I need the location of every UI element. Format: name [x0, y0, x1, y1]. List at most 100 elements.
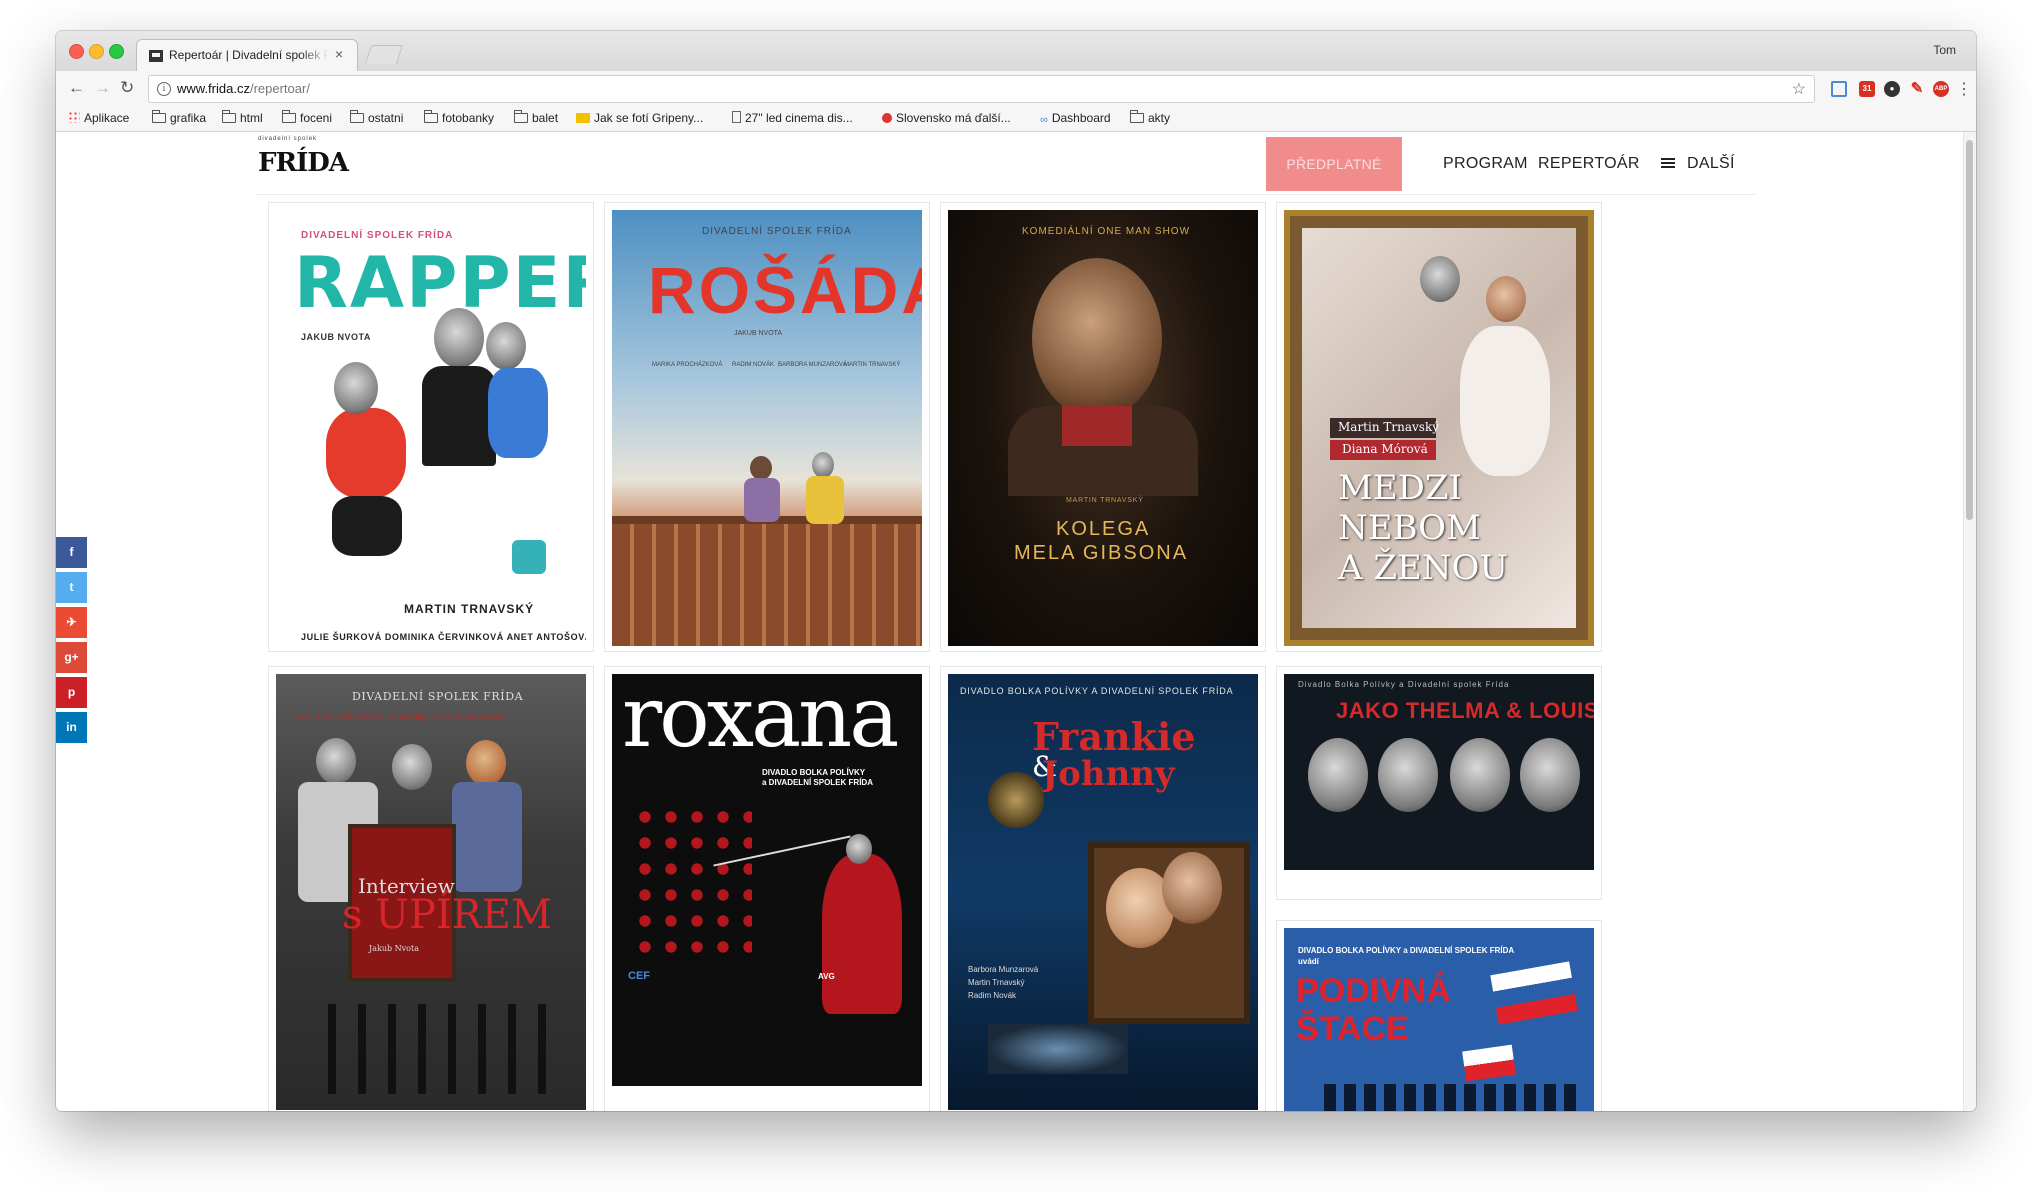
- new-tab-button[interactable]: [364, 45, 404, 64]
- actor-suit: [422, 366, 496, 466]
- bookmark-dashboard[interactable]: ∞ Dashboard: [1040, 111, 1111, 126]
- bookmark-aplikace[interactable]: Aplikace: [68, 111, 129, 125]
- close-window-button[interactable]: [69, 44, 84, 59]
- bookmark-slovensko[interactable]: Slovensko má ďalší...: [882, 111, 1011, 125]
- show-card-rosada[interactable]: DIVADELNÍ SPOLEK FRÍDA ROŠÁDA JAKUB NVOT…: [604, 202, 930, 652]
- red-dot-icon: [882, 113, 892, 123]
- scrollbar-thumb[interactable]: [1966, 140, 1973, 520]
- show-card-kolega[interactable]: KOMEDIÁLNÍ ONE MAN SHOW MARTIN TRNAVSKÝ …: [940, 202, 1266, 652]
- frida-logo[interactable]: divadelní spolek FRÍDA: [258, 134, 349, 184]
- poster-kicker: Divadlo Bolka Polívky a Divadelní spolek…: [1298, 680, 1510, 689]
- image-icon: [576, 113, 590, 123]
- poster-kicker: KOMEDIÁLNÍ ONE MAN SHOW: [1022, 226, 1191, 237]
- nav-dalsi[interactable]: DALŠÍ: [1661, 155, 1735, 173]
- actress-dress: [452, 782, 522, 892]
- show-card-rapper[interactable]: DIVADELNÍ SPOLEK FRÍDA RAPPER JAKUB NVOT…: [268, 202, 594, 652]
- poster-kicker: DIVADELNÍ SPOLEK FRÍDA: [352, 690, 524, 703]
- settings-extension-icon[interactable]: ●: [1884, 81, 1900, 97]
- web-page: divadelní spolek FRÍDA PŘEDPLATNÉ PROGRA…: [56, 132, 1976, 1111]
- browser-window: Repertoár | Divadelní spolek Frída × Tom…: [56, 31, 1976, 1111]
- forward-arrow-icon[interactable]: →: [94, 78, 111, 98]
- bookmark-grafika[interactable]: grafika: [152, 110, 206, 125]
- actor-photo: [1420, 256, 1460, 302]
- share-pinterest-icon[interactable]: p: [56, 677, 87, 708]
- folder-icon: [424, 110, 438, 123]
- poster-kicker: DIVADLO BOLKA POLÍVKY A DIVADELNÍ SPOLEK…: [960, 686, 1234, 696]
- ashtray: [988, 1024, 1128, 1074]
- poster-title-line-1: PODIVNÁ: [1296, 972, 1451, 1010]
- show-card-interview[interactable]: DIVADELNÍ SPOLEK FRÍDA Radim Novák Marti…: [268, 666, 594, 1111]
- actress-photo: [466, 740, 506, 786]
- bookmark-ostatni[interactable]: ostatni: [350, 110, 403, 125]
- site-info-icon[interactable]: i: [157, 82, 171, 96]
- show-card-frankie[interactable]: DIVADLO BOLKA POLÍVKY A DIVADELNÍ SPOLEK…: [940, 666, 1266, 1111]
- share-facebook-icon[interactable]: f: [56, 537, 87, 568]
- back-arrow-icon[interactable]: ←: [68, 78, 85, 98]
- nav-predplatne[interactable]: PŘEDPLATNÉ: [1266, 137, 1402, 191]
- share-twitter-icon[interactable]: t: [56, 572, 87, 603]
- poster-cast-2: RADIM NOVÁK: [732, 362, 775, 368]
- share-linkedin-icon[interactable]: in: [56, 712, 87, 743]
- share-telegram-icon[interactable]: ✈: [56, 607, 87, 638]
- poster-rosada[interactable]: DIVADELNÍ SPOLEK FRÍDA ROŠÁDA JAKUB NVOT…: [612, 210, 922, 646]
- poster-medzi-nebom-a-zenou[interactable]: Martin Trnavský Diana Mórová MEDZI NEBOM…: [1284, 210, 1594, 646]
- page-scrollbar[interactable]: [1963, 132, 1976, 1111]
- frida-favicon-icon: [149, 50, 163, 62]
- actor-photo: [434, 308, 484, 368]
- actor-photo: [1032, 258, 1162, 418]
- sneaker: [512, 540, 546, 574]
- poster-kolega[interactable]: KOMEDIÁLNÍ ONE MAN SHOW MARTIN TRNAVSKÝ …: [948, 210, 1258, 646]
- calendar-extension-icon[interactable]: 31: [1859, 81, 1875, 97]
- zoom-window-button[interactable]: [109, 44, 124, 59]
- nav-program[interactable]: PROGRAM: [1443, 155, 1528, 173]
- nav-repertoar[interactable]: REPERTOÁR: [1538, 155, 1640, 173]
- poster-interview-s-upirem[interactable]: DIVADELNÍ SPOLEK FRÍDA Radim Novák Marti…: [276, 674, 586, 1110]
- bookmark-gripeny[interactable]: Jak se fotí Gripeny...: [576, 111, 703, 125]
- url-text[interactable]: www.frida.cz/repertoar/: [177, 81, 310, 96]
- reload-icon[interactable]: ↻: [120, 78, 134, 98]
- show-card-thelma[interactable]: Divadlo Bolka Polívky a Divadelní spolek…: [1276, 666, 1602, 900]
- folder-icon: [152, 110, 166, 123]
- profile-name[interactable]: Tom: [1933, 43, 1956, 57]
- bookmark-fotobanky[interactable]: fotobanky: [424, 110, 494, 125]
- crowd-illustration: [1324, 1084, 1584, 1111]
- show-card-podivna[interactable]: DIVADLO BOLKA POLÍVKY a DIVADELNÍ SPOLEK…: [1276, 920, 1602, 1111]
- bookmark-foceni[interactable]: foceni: [282, 110, 332, 125]
- bookmark-akty[interactable]: akty: [1130, 110, 1170, 125]
- bookmark-html[interactable]: html: [222, 110, 263, 125]
- tab-repertoar[interactable]: Repertoár | Divadelní spolek Frída ×: [136, 39, 358, 72]
- poster-jako-thelma-louise[interactable]: Divadlo Bolka Polívky a Divadelní spolek…: [1284, 674, 1594, 892]
- actress-legs: [332, 496, 402, 556]
- actress-photo: [334, 362, 378, 414]
- poster-roxana[interactable]: roxana DIVADLO BOLKA POLÍVKY a DIVADELNÍ…: [612, 674, 922, 1110]
- poster-cast-1: MARIKA PROCHÁZKOVÁ: [652, 362, 723, 368]
- poster-title-line-2: ŠTACE: [1296, 1010, 1409, 1048]
- show-card-medzi[interactable]: Martin Trnavský Diana Mórová MEDZI NEBOM…: [1276, 202, 1602, 652]
- tab-close-icon[interactable]: ×: [335, 46, 343, 62]
- bookmark-star-icon[interactable]: ☆: [1792, 79, 1806, 99]
- poster-title-line-3: A ŽENOU: [1338, 548, 1509, 588]
- poster-cast-2: Martin Trnavský: [968, 978, 1025, 987]
- address-bar[interactable]: i www.frida.cz/repertoar/ ☆: [148, 75, 1815, 103]
- poster-frankie-johnny[interactable]: DIVADLO BOLKA POLÍVKY A DIVADELNÍ SPOLEK…: [948, 674, 1258, 1110]
- poster-rapper[interactable]: DIVADELNÍ SPOLEK FRÍDA RAPPER JAKUB NVOT…: [276, 210, 586, 644]
- bookmark-balet[interactable]: balet: [514, 110, 558, 125]
- browser-menu-icon[interactable]: ⋮: [1956, 79, 1972, 99]
- poster-lead-actor: MARTIN TRNAVSKÝ: [404, 602, 535, 616]
- actor-robe: [806, 476, 844, 524]
- poster-kicker: DIVADELNÍ SPOLEK FRÍDA: [301, 230, 454, 241]
- cast-extension-icon[interactable]: [1831, 81, 1847, 97]
- bookmark-cinema-display[interactable]: 27" led cinema dis...: [732, 111, 853, 125]
- adblock-extension-icon[interactable]: ABP: [1933, 81, 1949, 97]
- browser-toolbar: ← → ↻ i www.frida.cz/repertoar/ ☆ 31 ● ✎…: [56, 71, 1976, 107]
- actor-photo-2: [392, 744, 432, 790]
- logo-tagline: divadelní spolek: [258, 136, 318, 142]
- folder-icon: [222, 110, 236, 123]
- show-card-roxana[interactable]: roxana DIVADLO BOLKA POLÍVKY a DIVADELNÍ…: [604, 666, 930, 1111]
- tool-extension-icon[interactable]: ✎: [1909, 81, 1925, 97]
- actor-photo-1: [316, 738, 356, 784]
- poster-podivna-stace[interactable]: DIVADLO BOLKA POLÍVKY a DIVADELNÍ SPOLEK…: [1284, 928, 1594, 1111]
- poster-author: JAKUB NVOTA: [301, 332, 371, 342]
- minimize-window-button[interactable]: [89, 44, 104, 59]
- share-googleplus-icon[interactable]: g+: [56, 642, 87, 673]
